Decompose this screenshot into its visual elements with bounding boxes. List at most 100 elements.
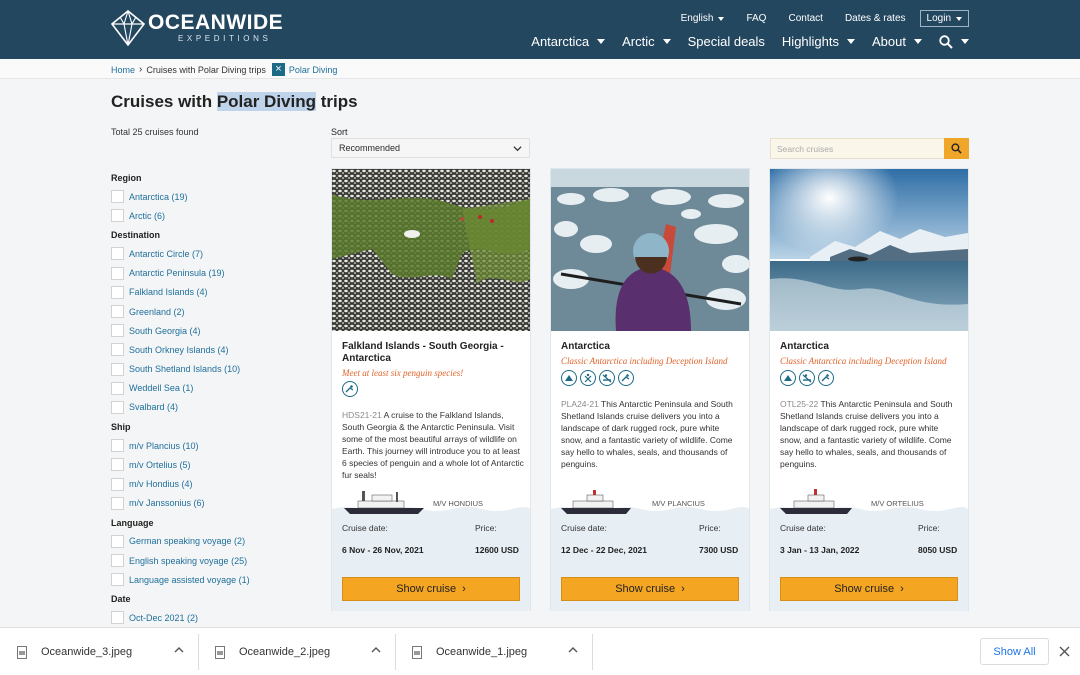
remove-filter-icon[interactable]: × xyxy=(271,63,285,76)
breadcrumb-separator: › xyxy=(139,64,143,75)
language-selector[interactable]: English xyxy=(681,13,725,24)
filter-option[interactable]: Oct-Dec 2021 (2) xyxy=(111,608,311,627)
filter-option-label: m/v Janssonius (6) xyxy=(129,498,205,509)
cruise-card[interactable]: Antarctica Classic Antarctica including … xyxy=(550,168,750,611)
login-button[interactable]: Login xyxy=(919,10,969,27)
nav-arctic[interactable]: Arctic xyxy=(622,34,671,49)
filter-checkbox[interactable] xyxy=(111,477,124,491)
filter-option[interactable]: Antarctic Peninsula (19) xyxy=(111,264,311,283)
filter-option[interactable]: Antarctic Circle (7) xyxy=(111,244,311,263)
filter-option[interactable]: South Orkney Islands (4) xyxy=(111,340,311,359)
logo[interactable]: OCEANWIDE EXPEDITIONS xyxy=(111,10,283,46)
filter-option[interactable]: English speaking voyage (25) xyxy=(111,551,311,570)
page-title: Cruises with Polar Diving trips xyxy=(111,92,358,112)
filter-option[interactable]: Svalbard (4) xyxy=(111,398,311,417)
nav-antarctica[interactable]: Antarctica xyxy=(531,34,606,49)
filter-checkbox[interactable] xyxy=(111,496,124,510)
filter-option[interactable]: Arctic (6) xyxy=(111,206,311,225)
filter-option[interactable]: South Shetland Islands (10) xyxy=(111,360,311,379)
filter-checkbox[interactable] xyxy=(111,266,124,280)
search-icon xyxy=(939,34,953,49)
filter-option[interactable]: South Georgia (4) xyxy=(111,321,311,340)
cruise-title: Antarctica xyxy=(780,341,829,352)
filter-option[interactable]: m/v Hondius (4) xyxy=(111,474,311,493)
date-label: Cruise date: xyxy=(561,523,607,533)
button-label: Show cruise xyxy=(396,583,457,595)
nav-label: Special deals xyxy=(687,34,765,49)
price-label: Price: xyxy=(475,523,497,533)
ship-name: M/V ORTELIUS xyxy=(871,499,924,508)
chevron-right-icon: › xyxy=(462,583,466,595)
downloads-bar: Oceanwide_3.jpeg Oceanwide_2.jpeg Oceanw… xyxy=(0,627,1080,675)
filter-checkbox[interactable] xyxy=(111,285,124,299)
cruise-date: 12 Dec - 22 Dec, 2021 xyxy=(561,545,648,555)
filter-checkbox[interactable] xyxy=(111,381,124,395)
nav-highlights[interactable]: Highlights xyxy=(781,34,856,49)
filter-option-label: m/v Hondius (4) xyxy=(129,479,193,490)
filter-checkbox[interactable] xyxy=(111,554,124,568)
show-cruise-button[interactable]: Show cruise › xyxy=(561,577,739,601)
filter-checkbox[interactable] xyxy=(111,343,124,357)
filter-checkbox[interactable] xyxy=(111,324,124,338)
cruise-card[interactable]: Antarctica Classic Antarctica including … xyxy=(769,168,969,611)
filter-option[interactable]: Antarctica (19) xyxy=(111,187,311,206)
search-button[interactable] xyxy=(944,138,969,159)
filter-checkbox[interactable] xyxy=(111,209,124,223)
cruise-card[interactable]: Falkland Islands - South Georgia - Antar… xyxy=(331,168,531,611)
filter-checkbox[interactable] xyxy=(111,439,124,453)
filter-option[interactable]: Language assisted voyage (1) xyxy=(111,570,311,589)
filter-option[interactable]: Falkland Islands (4) xyxy=(111,283,311,302)
nav-about[interactable]: About xyxy=(872,34,922,49)
filter-checkbox[interactable] xyxy=(111,247,124,261)
breadcrumb-home[interactable]: Home xyxy=(111,65,135,75)
download-item[interactable]: Oceanwide_1.jpeg xyxy=(395,628,592,675)
chevron-up-icon[interactable] xyxy=(568,645,578,655)
activity-icons xyxy=(561,370,634,386)
filter-option[interactable]: German speaking voyage (2) xyxy=(111,532,311,551)
filter-option[interactable]: m/v Plancius (10) xyxy=(111,436,311,455)
filter-option[interactable]: m/v Janssonius (6) xyxy=(111,494,311,513)
filter-option-label: Arctic (6) xyxy=(129,210,165,221)
filter-option-label: m/v Ortelius (5) xyxy=(129,459,191,470)
show-all-button[interactable]: Show All xyxy=(980,638,1049,665)
download-filename: Oceanwide_1.jpeg xyxy=(436,646,528,658)
nav-label: About xyxy=(872,34,906,49)
chevron-up-icon[interactable] xyxy=(174,645,184,655)
filter-checkbox[interactable] xyxy=(111,305,124,319)
filter-checkbox[interactable] xyxy=(111,190,124,204)
show-cruise-button[interactable]: Show cruise › xyxy=(780,577,958,601)
filter-option[interactable]: m/v Ortelius (5) xyxy=(111,455,311,474)
title-prefix: Cruises with xyxy=(111,92,217,111)
filter-checkbox[interactable] xyxy=(111,400,124,414)
filter-option[interactable]: Greenland (2) xyxy=(111,302,311,321)
show-cruise-button[interactable]: Show cruise › xyxy=(342,577,520,601)
filter-group-title: Date xyxy=(111,594,131,605)
dates-rates-link[interactable]: Dates & rates xyxy=(845,13,906,24)
filter-option-label: English speaking voyage (25) xyxy=(129,555,248,566)
chevron-up-icon[interactable] xyxy=(371,645,381,655)
cruise-subtitle: Meet at least six penguin species! xyxy=(342,368,464,378)
download-item[interactable]: Oceanwide_3.jpeg xyxy=(0,628,198,675)
close-icon[interactable] xyxy=(1059,646,1070,657)
filter-checkbox[interactable] xyxy=(111,573,124,587)
cruise-code: PLA24-21 xyxy=(561,399,599,409)
filter-checkbox[interactable] xyxy=(111,611,124,625)
faq-link[interactable]: FAQ xyxy=(746,13,766,24)
breadcrumb-current: Cruises with Polar Diving trips xyxy=(146,64,266,75)
filter-checkbox[interactable] xyxy=(111,458,124,472)
sort-select[interactable]: Recommended xyxy=(331,138,530,158)
nav-label: Highlights xyxy=(781,34,840,49)
download-item[interactable]: Oceanwide_2.jpeg xyxy=(198,628,395,675)
filter-option[interactable]: Weddell Sea (1) xyxy=(111,379,311,398)
title-highlight: Polar Diving xyxy=(216,92,316,111)
contact-link[interactable]: Contact xyxy=(788,13,822,24)
breadcrumb-filter[interactable]: Polar Diving xyxy=(289,65,338,75)
filter-option-label: Falkland Islands (4) xyxy=(129,287,208,298)
filter-checkbox[interactable] xyxy=(111,362,124,376)
search-input[interactable]: Search cruises xyxy=(770,138,945,159)
filter-checkbox[interactable] xyxy=(111,534,124,548)
nav-special-deals[interactable]: Special deals xyxy=(688,34,765,49)
nav-search[interactable] xyxy=(939,34,969,49)
nav-label: Antarctica xyxy=(531,34,590,49)
price-label: Price: xyxy=(699,523,721,533)
